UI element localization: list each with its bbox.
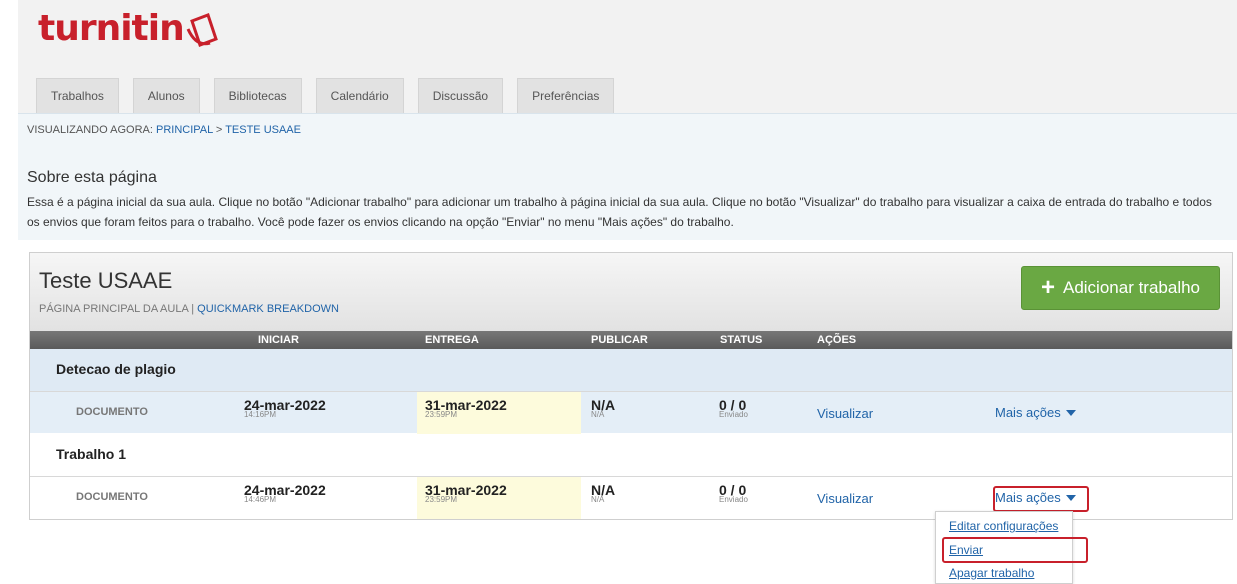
plus-icon: + [1040, 274, 1055, 301]
tab-discussao[interactable]: Discussão [417, 78, 504, 113]
class-subtitle: PÁGINA PRINCIPAL DA AULA | QUICKMARK BRE… [39, 303, 339, 315]
col-start: INICIAR [258, 334, 299, 346]
assignment-title: Trabalho 1 [56, 446, 127, 462]
class-sub-prefix: PÁGINA PRINCIPAL DA AULA | [39, 303, 198, 315]
assignment-title: Detecao de plagio [56, 361, 176, 377]
post-date: N/A N/A [591, 397, 615, 419]
caret-down-icon [1065, 409, 1076, 416]
status-sub: Enviado [719, 495, 748, 504]
quickmark-breakdown-link[interactable]: QUICKMARK BREAKDOWN [197, 303, 339, 315]
status: 0 / 0 Enviado [719, 482, 748, 504]
assignment-title-row: Trabalho 1 [30, 434, 1232, 476]
status: 0 / 0 Enviado [719, 397, 748, 419]
breadcrumb-prefix: VISUALIZANDO AGORA: [27, 124, 156, 136]
about-title: Sobre esta página [27, 169, 157, 186]
tab-calendario[interactable]: Calendário [315, 78, 404, 113]
menu-item-delete-assignment[interactable]: Apagar trabalho [949, 566, 1034, 580]
breadcrumb-home-link[interactable]: PRINCIPAL [156, 124, 213, 136]
tab-alunos[interactable]: Alunos [132, 78, 200, 113]
highlight-box [942, 537, 1088, 563]
breadcrumb-current-link[interactable]: TESTE USAAE [225, 124, 301, 136]
start-date: 24-mar-2022 14:16PM [244, 397, 326, 419]
column-header: INICIAR ENTREGA PUBLICAR STATUS AÇÕES [30, 331, 1232, 349]
status-sub: Enviado [719, 410, 748, 419]
main-tabs: Trabalhos Alunos Bibliotecas Calendário … [36, 78, 615, 113]
breadcrumb: VISUALIZANDO AGORA: PRINCIPAL > TESTE US… [27, 124, 301, 136]
tab-preferencias[interactable]: Preferências [517, 78, 615, 113]
col-actions: AÇÕES [817, 334, 857, 346]
assignment-type: DOCUMENTO [76, 406, 148, 418]
tab-trabalhos[interactable]: Trabalhos [36, 78, 119, 113]
start-date: 24-mar-2022 14:46PM [244, 482, 326, 504]
more-actions-label: Mais ações [995, 405, 1061, 420]
assignment-row: DOCUMENTO 24-mar-2022 14:16PM 31-mar-2022… [30, 391, 1232, 434]
class-panel: Teste USAAE PÁGINA PRINCIPAL DA AULA | Q… [29, 252, 1233, 520]
info-band: VISUALIZANDO AGORA: PRINCIPAL > TESTE US… [18, 113, 1237, 240]
add-assignment-button[interactable]: + Adicionar trabalho [1021, 266, 1220, 310]
due-date: 31-mar-2022 23:59PM [425, 397, 507, 419]
class-header: Teste USAAE PÁGINA PRINCIPAL DA AULA | Q… [30, 253, 1232, 331]
add-assignment-label: Adicionar trabalho [1062, 278, 1201, 297]
class-title: Teste USAAE [39, 268, 173, 293]
highlight-box [993, 486, 1089, 512]
assignment-type: DOCUMENTO [76, 491, 148, 503]
due-date: 31-mar-2022 23:59PM [425, 482, 507, 504]
col-post: PUBLICAR [591, 334, 648, 346]
header: turnitin Trabalhos Alunos Bibliotecas Ca… [18, 0, 1237, 113]
view-link[interactable]: Visualizar [817, 406, 873, 421]
post-date: N/A N/A [591, 482, 615, 504]
more-actions-button[interactable]: Mais ações [995, 405, 1076, 420]
assignment-title-row: Detecao de plagio [30, 349, 1232, 391]
menu-item-edit-settings[interactable]: Editar configurações [949, 519, 1058, 533]
turnitin-logo[interactable]: turnitin [38, 8, 222, 49]
logo-paper-icon [186, 12, 218, 47]
col-due: ENTREGA [425, 334, 479, 346]
view-link[interactable]: Visualizar [817, 491, 873, 506]
about-text: Essa é a página inicial da sua aula. Cli… [27, 195, 1212, 229]
col-status: STATUS [720, 334, 763, 346]
logo-text: turnitin [38, 8, 185, 49]
tab-bibliotecas[interactable]: Bibliotecas [213, 78, 302, 113]
breadcrumb-sep: > [212, 124, 226, 136]
